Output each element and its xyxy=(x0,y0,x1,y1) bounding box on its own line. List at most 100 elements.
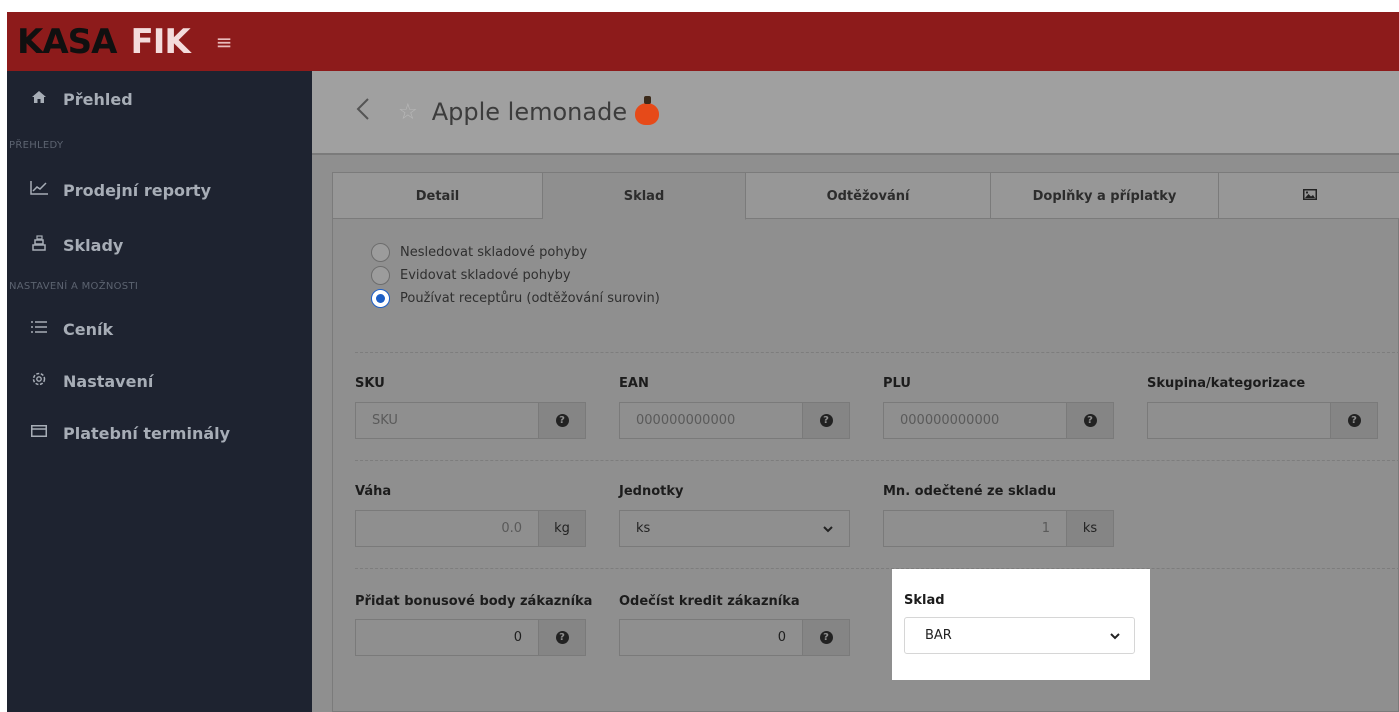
tab-bar: Detail Sklad Odtěžování Doplňky a přípla… xyxy=(333,173,1399,220)
warehouse-selected-value: BAR xyxy=(925,628,952,643)
warehouse-highlight-panel: Sklad BAR xyxy=(892,569,1150,680)
star-icon[interactable]: ☆ xyxy=(398,100,418,125)
question-circle-icon: ? xyxy=(819,414,833,427)
sku-label: SKU xyxy=(355,376,385,391)
sidebar-item-label: Nastavení xyxy=(63,371,154,391)
tab-images[interactable] xyxy=(1219,173,1399,219)
deducted-qty-input[interactable]: 1 xyxy=(883,510,1067,547)
home-icon xyxy=(29,91,49,107)
credit-input[interactable]: 0 xyxy=(619,619,803,656)
warehouse-label: Sklad xyxy=(904,593,945,608)
radio-button[interactable] xyxy=(371,243,390,262)
radio-nesledovat[interactable]: Nesledovat skladové pohyby xyxy=(371,241,660,264)
main-content: ☆ Apple lemonade Detail Sklad Odtěžování… xyxy=(312,71,1399,712)
question-circle-icon: ? xyxy=(1083,414,1097,427)
tab-odtezovani[interactable]: Odtěžování xyxy=(746,173,991,219)
sku-help-button[interactable]: ? xyxy=(539,402,586,439)
sidebar-section-heading: PŘEHLEDY xyxy=(9,139,64,151)
credit-help-button[interactable]: ? xyxy=(803,619,850,656)
radio-label: Používat receptůru (odtěžování surovin) xyxy=(400,291,660,306)
ean-help-button[interactable]: ? xyxy=(803,402,850,439)
radio-label: Evidovat skladové pohyby xyxy=(400,268,571,283)
sidebar-item-nastaveni[interactable]: Nastavení xyxy=(7,355,312,407)
logo-word-fik: FIK xyxy=(130,21,190,62)
ean-input[interactable]: 000000000000 xyxy=(619,402,803,439)
back-arrow-icon[interactable] xyxy=(356,97,386,128)
deducted-qty-label: Mn. odečtené ze skladu xyxy=(883,484,1057,499)
units-label: Jednotky xyxy=(619,484,684,499)
bonus-points-label: Přidat bonusové body zákazníka xyxy=(355,594,593,609)
plu-help-button[interactable]: ? xyxy=(1067,402,1114,439)
units-selected-value: ks xyxy=(636,521,651,536)
credit-label: Odečíst kredit zákazníka xyxy=(619,594,800,609)
question-circle-icon: ? xyxy=(555,414,569,427)
weight-input[interactable]: 0.0 xyxy=(355,510,539,547)
logo-word-kasa: KASA xyxy=(17,21,117,62)
chevron-down-icon xyxy=(1110,629,1120,643)
page-title: Apple lemonade xyxy=(431,98,628,126)
divider xyxy=(355,352,1399,353)
sidebar-item-label: Přehled xyxy=(63,89,133,109)
deducted-qty-input-group: 1 ks xyxy=(883,510,1114,547)
credit-input-group: 0 ? xyxy=(619,619,850,656)
weight-input-group: 0.0 kg xyxy=(355,510,586,547)
bonus-points-help-button[interactable]: ? xyxy=(539,619,586,656)
units-select[interactable]: ks xyxy=(619,510,850,547)
radio-label: Nesledovat skladové pohyby xyxy=(400,245,588,260)
ean-label: EAN xyxy=(619,376,649,391)
radio-button[interactable] xyxy=(371,266,390,285)
group-input-group: ? xyxy=(1147,402,1378,439)
sidebar-section-heading: NASTAVENÍ A MOŽNOSTI xyxy=(9,280,139,292)
group-input[interactable] xyxy=(1147,402,1331,439)
divider xyxy=(355,460,1399,461)
sidebar-item-label: Ceník xyxy=(63,319,114,339)
product-card: Detail Sklad Odtěžování Doplňky a přípla… xyxy=(332,172,1399,712)
image-icon xyxy=(1302,188,1317,204)
app-logo[interactable]: KASA FIK xyxy=(7,21,191,62)
sidebar-item-prehled[interactable]: Přehled xyxy=(7,71,312,127)
sidebar-item-prodejni-reporty[interactable]: Prodejní reporty xyxy=(7,163,312,217)
sku-input-group: SKU ? xyxy=(355,402,586,439)
warehouse-select[interactable]: BAR xyxy=(904,617,1135,654)
hamburger-menu-icon[interactable]: ≡ xyxy=(216,30,233,54)
top-bar: KASA FIK ≡ xyxy=(7,12,1399,71)
sidebar-item-sklady[interactable]: Sklady xyxy=(7,217,312,273)
weight-unit-addon: kg xyxy=(539,510,586,547)
sidebar-item-label: Prodejní reporty xyxy=(63,180,211,200)
sidebar-item-label: Sklady xyxy=(63,235,124,255)
tab-sklad[interactable]: Sklad xyxy=(543,173,746,220)
apple-emoji-icon xyxy=(635,96,660,125)
group-help-button[interactable]: ? xyxy=(1331,402,1378,439)
chart-line-icon xyxy=(29,181,49,199)
radio-receptura[interactable]: Používat receptůru (odtěžování surovin) xyxy=(371,287,660,310)
plu-input[interactable]: 000000000000 xyxy=(883,402,1067,439)
gear-icon xyxy=(29,371,49,391)
deducted-qty-unit-addon: ks xyxy=(1067,510,1114,547)
bonus-points-input-group: 0 ? xyxy=(355,619,586,656)
question-circle-icon: ? xyxy=(555,631,569,644)
question-circle-icon: ? xyxy=(819,631,833,644)
plu-input-group: 000000000000 ? xyxy=(883,402,1114,439)
question-circle-icon: ? xyxy=(1347,414,1361,427)
plu-label: PLU xyxy=(883,376,911,391)
list-icon xyxy=(29,321,49,337)
weight-label: Váha xyxy=(355,484,392,499)
warehouse-icon xyxy=(29,235,49,255)
sku-input[interactable]: SKU xyxy=(355,402,539,439)
group-label: Skupina/kategorizace xyxy=(1147,376,1306,391)
sidebar: Přehled PŘEHLEDY Prodejní reporty Sklady… xyxy=(7,71,312,712)
page-header: ☆ Apple lemonade xyxy=(312,71,1399,155)
ean-input-group: 000000000000 ? xyxy=(619,402,850,439)
sidebar-item-label: Platební terminály xyxy=(63,423,231,443)
stock-mode-radio-group: Nesledovat skladové pohyby Evidovat skla… xyxy=(371,241,660,310)
credit-card-icon xyxy=(29,425,49,441)
bonus-points-input[interactable]: 0 xyxy=(355,619,539,656)
tab-doplnky-a-priplatky[interactable]: Doplňky a příplatky xyxy=(991,173,1219,219)
radio-button-selected[interactable] xyxy=(371,289,390,308)
divider xyxy=(355,568,1399,569)
sidebar-item-cenik[interactable]: Ceník xyxy=(7,303,312,355)
sidebar-item-platebni-terminaly[interactable]: Platební terminály xyxy=(7,407,312,459)
tab-detail[interactable]: Detail xyxy=(333,173,543,219)
chevron-down-icon xyxy=(823,522,833,536)
radio-evidovat[interactable]: Evidovat skladové pohyby xyxy=(371,264,660,287)
